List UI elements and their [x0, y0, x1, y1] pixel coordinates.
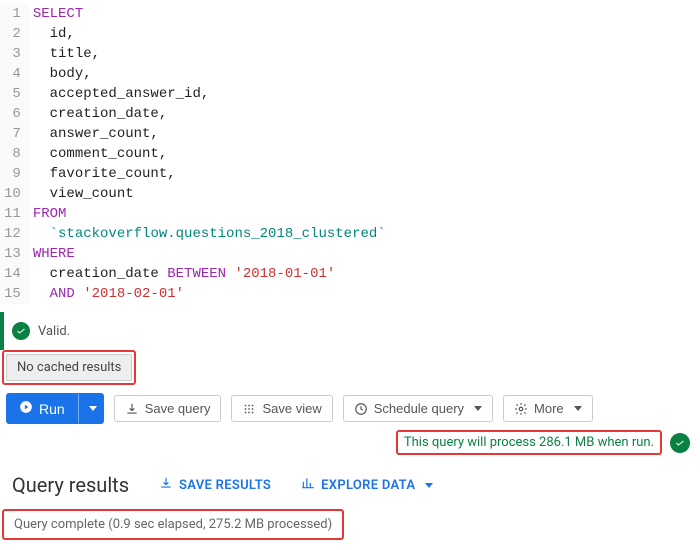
line-number: 12 — [4, 224, 21, 244]
run-dropdown-button[interactable] — [78, 393, 104, 424]
run-group: Run — [6, 393, 104, 424]
caret-down-icon — [89, 406, 97, 411]
line-number: 15 — [4, 284, 21, 304]
code-line: creation_date BETWEEN '2018-01-01' — [33, 264, 386, 284]
cache-highlight: No cached results — [2, 350, 136, 385]
code-line: creation_date, — [33, 104, 386, 124]
code-area[interactable]: SELECT id, title, body, accepted_answer_… — [29, 4, 386, 304]
line-number: 7 — [4, 124, 21, 144]
code-line: view_count — [33, 184, 386, 204]
code-line: WHERE — [33, 244, 386, 264]
line-number: 9 — [4, 164, 21, 184]
line-gutter: 123456789101112131415 — [0, 4, 29, 304]
line-number: 4 — [4, 64, 21, 84]
check-icon — [12, 322, 30, 340]
line-number: 1 — [4, 4, 21, 24]
code-line: FROM — [33, 204, 386, 224]
run-button[interactable]: Run — [6, 393, 78, 424]
code-line: id, — [33, 24, 386, 44]
validation-row: Valid. — [0, 312, 700, 350]
more-button[interactable]: More — [503, 395, 593, 422]
estimate-row: This query will process 286.1 MB when ru… — [0, 428, 700, 463]
save-results-label: SAVE RESULTS — [179, 478, 271, 493]
download-icon — [125, 402, 139, 416]
run-label: Run — [39, 401, 65, 417]
query-complete-status: Query complete (0.9 sec elapsed, 275.2 M… — [2, 509, 344, 540]
grid-icon — [242, 402, 256, 416]
caret-down-icon — [474, 406, 482, 411]
results-title: Query results — [12, 473, 129, 497]
line-number: 11 — [4, 204, 21, 224]
gear-icon — [514, 402, 528, 416]
line-number: 5 — [4, 84, 21, 104]
bytes-estimate: This query will process 286.1 MB when ru… — [396, 430, 662, 455]
schedule-label: Schedule query — [374, 401, 464, 416]
explore-data-label: EXPLORE DATA — [321, 478, 415, 493]
code-line: SELECT — [33, 4, 386, 24]
caret-down-icon — [425, 483, 433, 488]
code-line: AND '2018-02-01' — [33, 284, 386, 304]
results-header: Query results SAVE RESULTS EXPLORE DATA — [0, 463, 700, 505]
save-query-label: Save query — [145, 401, 211, 416]
clock-icon — [354, 402, 368, 416]
code-line: answer_count, — [33, 124, 386, 144]
code-line: title, — [33, 44, 386, 64]
code-line: accepted_answer_id, — [33, 84, 386, 104]
line-number: 6 — [4, 104, 21, 124]
code-line: body, — [33, 64, 386, 84]
line-number: 13 — [4, 244, 21, 264]
save-query-button[interactable]: Save query — [114, 395, 222, 422]
validation-label: Valid. — [38, 324, 70, 339]
code-line: `stackoverflow.questions_2018_clustered` — [33, 224, 386, 244]
line-number: 3 — [4, 44, 21, 64]
cache-badge: No cached results — [6, 354, 132, 381]
check-icon — [670, 433, 690, 453]
sql-editor[interactable]: 123456789101112131415 SELECT id, title, … — [0, 0, 700, 308]
line-number: 10 — [4, 184, 21, 204]
line-number: 2 — [4, 24, 21, 44]
line-number: 8 — [4, 144, 21, 164]
save-view-button[interactable]: Save view — [231, 395, 332, 422]
save-view-label: Save view — [262, 401, 321, 416]
line-number: 14 — [4, 264, 21, 284]
more-label: More — [534, 401, 564, 416]
schedule-query-button[interactable]: Schedule query — [343, 395, 493, 422]
explore-data-button[interactable]: EXPLORE DATA — [301, 476, 433, 494]
query-toolbar: Run Save query Save view Schedule query … — [0, 385, 700, 428]
save-results-button[interactable]: SAVE RESULTS — [159, 476, 271, 494]
play-icon — [19, 400, 33, 417]
caret-down-icon — [574, 406, 582, 411]
download-icon — [159, 476, 173, 494]
code-line: favorite_count, — [33, 164, 386, 184]
chart-icon — [301, 476, 315, 494]
code-line: comment_count, — [33, 144, 386, 164]
